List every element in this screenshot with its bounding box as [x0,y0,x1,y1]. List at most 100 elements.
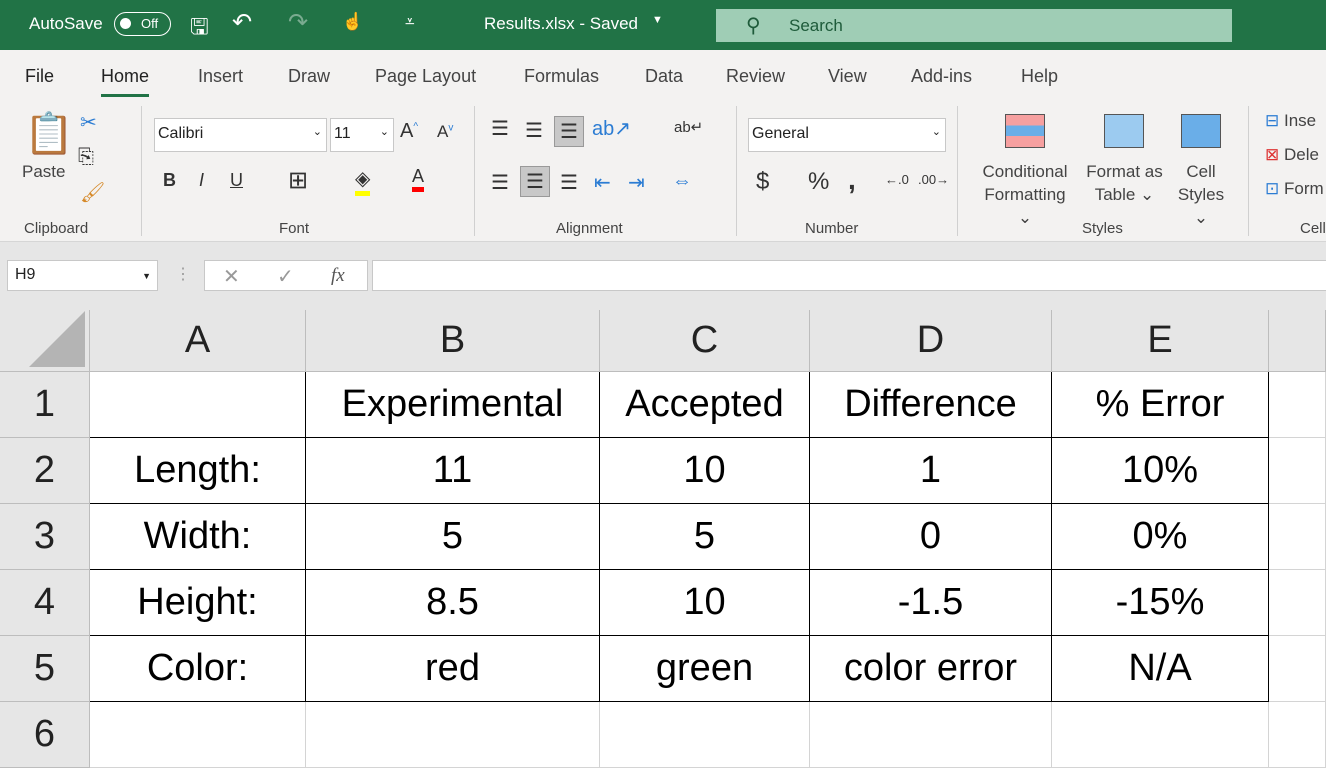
wrap-text-icon[interactable]: ab↵ [674,118,703,136]
row-header[interactable]: 3 [0,504,90,570]
save-icon[interactable]: 🖫 [190,10,209,48]
cell[interactable]: color error [810,636,1052,702]
conditional-formatting-button[interactable]: Conditional Formatting ⌄ [975,160,1075,229]
cell-styles-button[interactable]: Cell Styles ⌄ [1170,160,1232,229]
fill-color-icon[interactable]: ◈ [355,166,371,196]
cell[interactable] [600,702,810,768]
increase-decimal-icon[interactable]: ←.0 [885,172,909,187]
tab-draw[interactable]: Draw [288,66,330,87]
tab-insert[interactable]: Insert [198,66,243,87]
font-size-select[interactable]: 11 ⌄ [330,118,394,152]
increase-font-icon[interactable]: A^ [400,120,418,143]
column-header[interactable]: D [810,310,1052,372]
cell[interactable]: 10% [1052,438,1269,504]
conditional-formatting-icon[interactable] [1005,114,1045,148]
customize-qat-icon[interactable]: ⩡ [405,12,415,32]
percent-button[interactable]: % [808,168,829,196]
formula-input[interactable] [372,260,1326,291]
enter-icon[interactable]: ✓ [277,264,294,289]
redo-icon[interactable]: ↷ [288,8,308,37]
tab-data[interactable]: Data [645,66,683,87]
font-color-icon[interactable]: A [412,166,425,192]
top-align-icon[interactable]: ☰ [491,116,509,141]
copy-icon[interactable]: ⎘ [78,146,94,169]
font-name-select[interactable]: Calibri ⌄ [154,118,327,152]
cell[interactable] [1269,438,1326,504]
column-header[interactable]: A [90,310,306,372]
orientation-icon[interactable]: ab↗ [592,116,631,141]
undo-icon[interactable]: ↶ [232,8,252,37]
cell[interactable] [1052,702,1269,768]
cell[interactable]: 10 [600,438,810,504]
merge-center-icon[interactable]: ⇔ [672,170,692,193]
cell[interactable]: Accepted [600,372,810,438]
format-cells-button[interactable]: ⊡ Form [1265,177,1324,200]
cell[interactable] [306,702,600,768]
insert-cells-button[interactable]: ⊟ Inse [1265,109,1316,132]
tab-add-ins[interactable]: Add-ins [911,66,972,87]
decrease-font-icon[interactable]: Av [437,122,453,142]
cell[interactable]: Color: [90,636,306,702]
insert-function-icon[interactable]: fx [331,265,345,287]
search-box[interactable]: ⚲ Search [716,9,1232,42]
cell[interactable] [90,702,306,768]
file-name[interactable]: Results.xlsx - Saved [484,14,638,34]
cell[interactable]: green [600,636,810,702]
column-header[interactable] [1269,310,1326,372]
cell[interactable] [1269,372,1326,438]
cell[interactable]: red [306,636,600,702]
cell[interactable]: -15% [1052,570,1269,636]
currency-button[interactable]: $ [756,168,769,196]
cell[interactable]: Width: [90,504,306,570]
select-all-corner[interactable] [0,310,90,372]
align-right-icon[interactable]: ☰ [560,170,578,195]
column-header[interactable]: E [1052,310,1269,372]
cancel-icon[interactable]: ✕ [223,264,240,289]
cell[interactable]: N/A [1052,636,1269,702]
cell[interactable]: 10 [600,570,810,636]
tab-file[interactable]: File [25,66,54,87]
underline-button[interactable]: U [230,170,243,191]
cell[interactable]: Height: [90,570,306,636]
increase-indent-icon[interactable]: ⇥ [628,170,645,195]
align-left-icon[interactable]: ☰ [491,170,509,195]
cell[interactable]: Difference [810,372,1052,438]
cell[interactable]: 11 [306,438,600,504]
decrease-indent-icon[interactable]: ⇤ [594,170,611,195]
chevron-down-icon[interactable]: ▼ [652,14,663,26]
cell[interactable] [1269,636,1326,702]
cell[interactable]: 5 [600,504,810,570]
middle-align-icon[interactable]: ☰ [525,118,543,143]
row-header[interactable]: 5 [0,636,90,702]
number-format-select[interactable]: General ⌄ [748,118,946,152]
cell[interactable] [1269,702,1326,768]
bold-button[interactable]: B [163,170,176,191]
cell[interactable]: 1 [810,438,1052,504]
row-header[interactable]: 2 [0,438,90,504]
cut-icon[interactable]: ✂ [80,110,97,135]
tab-help[interactable]: Help [1021,66,1058,87]
tab-formulas[interactable]: Formulas [524,66,599,87]
delete-cells-button[interactable]: ⊠ Dele [1265,143,1319,166]
cell[interactable]: 0% [1052,504,1269,570]
cell[interactable]: Length: [90,438,306,504]
decrease-decimal-icon[interactable]: .00→ [918,172,949,187]
touch-mode-icon[interactable]: ☝ [342,12,363,32]
row-header[interactable]: 6 [0,702,90,768]
align-center-icon[interactable]: ☰ [520,166,550,197]
cell[interactable]: -1.5 [810,570,1052,636]
cell[interactable] [810,702,1052,768]
cell[interactable] [90,372,306,438]
row-header[interactable]: 1 [0,372,90,438]
autosave-toggle[interactable]: Off [114,12,171,36]
cell[interactable] [1269,504,1326,570]
comma-button[interactable]: , [848,164,856,196]
cell-styles-icon[interactable] [1181,114,1221,148]
tab-review[interactable]: Review [726,66,785,87]
tab-home[interactable]: Home [101,66,150,97]
tab-view[interactable]: View [828,66,867,87]
cell[interactable]: 0 [810,504,1052,570]
row-header[interactable]: 4 [0,570,90,636]
paste-button[interactable]: Paste [22,160,65,183]
cell[interactable]: 8.5 [306,570,600,636]
